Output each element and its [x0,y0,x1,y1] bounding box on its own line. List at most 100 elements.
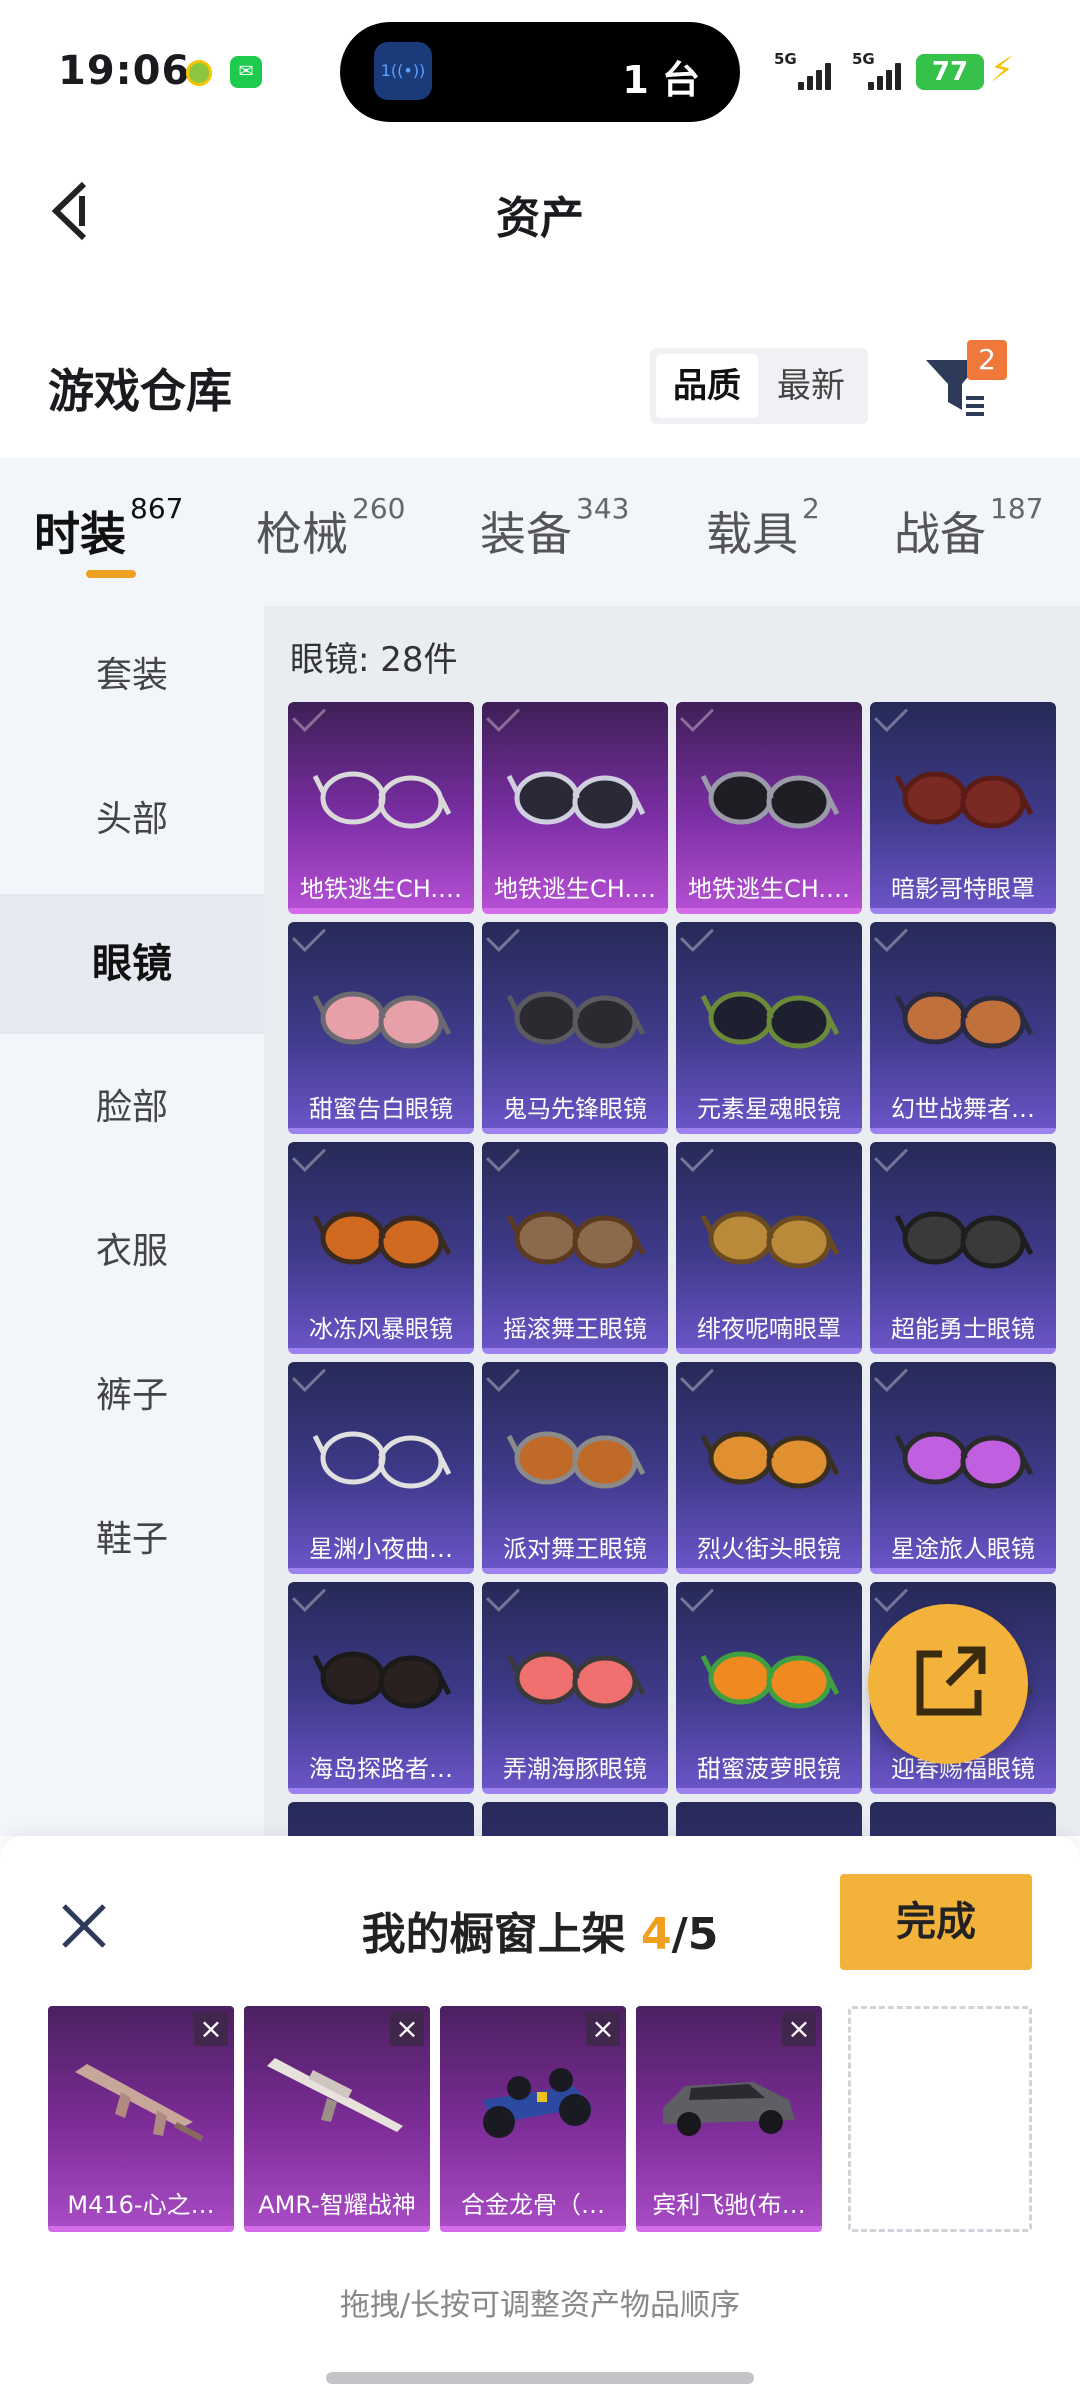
pineapple-glasses-icon [700,1651,839,1709]
ornate-chain-icon [312,1431,451,1489]
signal-icon [798,62,838,90]
category-tabs: 时装 867 枪械 260 装备 343 载具 2 战备 187 [0,458,1080,606]
race-car-icon [483,2068,593,2138]
item-name: 地铁逃生CH.… [687,875,850,903]
item-name: 海岛探路者… [309,1755,453,1783]
lace-mask-icon [700,1211,839,1269]
item-name: 超能勇士眼镜 [891,1315,1035,1343]
tab-vehicles[interactable]: 载具 2 [706,492,820,564]
filter-button[interactable]: 2 [920,340,1010,430]
sort-by-newest[interactable]: 最新 [760,354,862,418]
slot-item-name: 宾利飞驰(布… [652,2191,806,2219]
top-nav: 资产 [0,140,1080,280]
item-name: 地铁逃生CH.… [299,875,462,903]
item-name: 冰冻风暴眼镜 [309,1315,453,1343]
item-card[interactable]: 摇滚舞王眼镜 [482,1142,668,1354]
item-name: 绯夜呢喃眼罩 [697,1315,841,1343]
item-name: 弄潮海豚眼镜 [503,1755,647,1783]
item-card[interactable]: 鬼马先锋眼镜 [482,922,668,1134]
charging-icon: ⚡ [990,50,1014,90]
item-card[interactable]: 冰冻风暴眼镜 [288,1142,474,1354]
item-card[interactable]: 幻世战舞者… [870,922,1056,1134]
sidebar-item-sets[interactable]: 套装 [0,606,264,746]
item-card[interactable]: 元素星魂眼镜 [676,922,862,1134]
battery-icon: 77 [916,54,984,90]
check-icon [680,922,714,952]
item-card[interactable]: 烈火街头眼镜 [676,1362,862,1574]
signal-icon-2 [868,62,908,90]
item-name: 星途旅人眼镜 [891,1535,1035,1563]
island-device-count: 1 台 [622,58,700,102]
item-name: 星渊小夜曲… [309,1535,453,1563]
remove-slot-button[interactable]: × [586,2012,620,2046]
home-indicator[interactable] [326,2372,754,2384]
sort-by-quality[interactable]: 品质 [656,354,758,418]
item-name: 幻世战舞者… [891,1095,1035,1123]
item-card[interactable]: 甜蜜菠萝眼镜 [676,1582,862,1794]
item-card[interactable]: 暗影哥特眼罩 [870,702,1056,914]
item-name: 地铁逃生CH.… [493,875,656,903]
share-button[interactable] [868,1604,1028,1764]
check-icon [486,702,520,732]
tab-fashion[interactable]: 时装 867 [34,492,183,564]
sidebar-item-head[interactable]: 头部 [0,750,264,890]
check-icon [486,1142,520,1172]
done-button[interactable]: 完成 [840,1874,1032,1970]
remove-slot-button[interactable]: × [390,2012,424,2046]
pink-sunglasses-icon [312,991,451,1049]
item-card-partial[interactable] [870,1802,1056,1836]
check-icon [874,702,908,732]
item-card-partial[interactable] [676,1802,862,1836]
check-icon [874,1362,908,1392]
item-count-label: 眼镜: 28件 [290,640,458,680]
remove-slot-button[interactable]: × [782,2012,816,2046]
showcase-panel: 我的橱窗上架 4/5 完成 × M416-心之… × AMR-智耀战神 × 合金… [0,1836,1080,2400]
sidebar-item-face[interactable]: 脸部 [0,1038,264,1178]
showcase-slot-1[interactable]: × M416-心之… [48,2006,234,2232]
item-card[interactable]: 地铁逃生CH.… [676,702,862,914]
item-card[interactable]: 超能勇士眼镜 [870,1142,1056,1354]
sidebar-item-shoes[interactable]: 鞋子 [0,1470,264,1610]
item-card-partial[interactable] [482,1802,668,1836]
sidebar-item-glasses[interactable]: 眼镜 [0,894,264,1034]
share-external-icon [916,1646,986,1716]
tab-guns[interactable]: 枪械 260 [256,492,405,564]
remove-slot-button[interactable]: × [194,2012,228,2046]
sedan-car-icon [663,2082,795,2136]
slot-item-name: 合金龙骨（… [461,2191,605,2219]
item-card[interactable]: 地铁逃生CH.… [482,702,668,914]
check-icon [680,1582,714,1612]
status-bar: 19:06 ✉ 1((•)) 1 台 5G 5G 77 ⚡ [0,0,1080,140]
active-tab-indicator [86,570,136,578]
tab-equipment[interactable]: 装备 343 [480,492,629,564]
item-card[interactable]: 派对舞王眼镜 [482,1362,668,1574]
network-label-1: 5G [774,50,797,68]
showcase-slot-2[interactable]: × AMR-智耀战神 [244,2006,430,2232]
check-icon [292,1142,326,1172]
item-card[interactable]: 地铁逃生CH.… [288,702,474,914]
showcase-slot-3[interactable]: × 合金龙骨（… [440,2006,626,2232]
slot-item-name: AMR-智耀战神 [258,2191,416,2219]
check-icon [874,1142,908,1172]
item-card[interactable]: 弄潮海豚眼镜 [482,1582,668,1794]
tab-supplies[interactable]: 战备 187 [894,492,1043,564]
sidebar-item-pants[interactable]: 裤子 [0,1326,264,1466]
sidebar-item-clothes[interactable]: 衣服 [0,1182,264,1322]
check-icon [292,1582,326,1612]
showcase-slot-4[interactable]: × 宾利飞驰(布… [636,2006,822,2232]
item-card[interactable]: 甜蜜告白眼镜 [288,922,474,1134]
eye-mask-icon [894,771,1033,829]
sport-shades-icon [700,1431,839,1489]
showcase-empty-slot[interactable] [848,2006,1032,2232]
check-icon [874,922,908,952]
subcategory-sidebar: 套装 头部 眼镜 脸部 衣服 裤子 鞋子 [0,606,264,1836]
item-card[interactable]: 海岛探路者… [288,1582,474,1794]
item-card-partial[interactable] [288,1802,474,1836]
item-card[interactable]: 星途旅人眼镜 [870,1362,1056,1574]
item-card[interactable]: 星渊小夜曲… [288,1362,474,1574]
reorder-hint: 拖拽/长按可调整资产物品顺序 [339,2288,741,2323]
dynamic-island[interactable]: 1((•)) 1 台 [340,22,740,122]
slot-item-name: M416-心之… [67,2191,215,2219]
item-card[interactable]: 绯夜呢喃眼罩 [676,1142,862,1354]
black-sunglasses-icon [312,1651,451,1709]
